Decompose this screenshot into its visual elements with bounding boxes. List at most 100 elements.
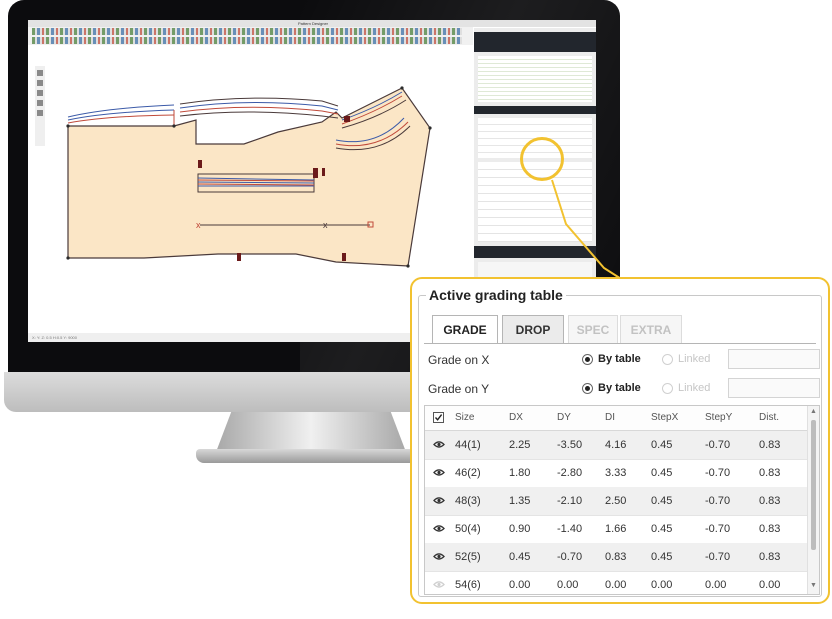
grade-x-by-table-label[interactable]: By table xyxy=(598,353,641,365)
cell-dx[interactable]: 0.90 xyxy=(509,523,530,535)
cell-stepx[interactable]: 0.00 xyxy=(651,579,672,591)
table-row[interactable]: 54(6) 0.00 0.00 0.00 0.00 0.00 0.00 xyxy=(425,571,809,594)
cell-dy[interactable]: -2.80 xyxy=(557,467,582,479)
grade-y-by-table-radio[interactable] xyxy=(582,383,593,394)
scroll-up-icon[interactable]: ▲ xyxy=(810,408,817,415)
scroll-thumb[interactable] xyxy=(811,420,816,550)
tab-drop[interactable]: DROP xyxy=(502,315,564,343)
grade-x-label: Grade on X xyxy=(428,353,490,367)
col-header-dy[interactable]: DY xyxy=(557,412,571,423)
cell-stepy[interactable]: -0.70 xyxy=(705,467,730,479)
cell-di[interactable]: 2.50 xyxy=(605,495,626,507)
col-header-size[interactable]: Size xyxy=(455,412,474,423)
cell-dx[interactable]: 0.00 xyxy=(509,579,530,591)
panel-header xyxy=(474,32,596,52)
grading-table[interactable]: Size DX DY DI StepX StepY Dist. 44(1) 2.2… xyxy=(424,405,820,595)
col-header-di[interactable]: DI xyxy=(605,412,615,423)
toolbar-row-1[interactable] xyxy=(28,27,473,36)
tabs-divider xyxy=(424,343,816,344)
eye-icon[interactable] xyxy=(433,496,445,505)
checkmark-icon xyxy=(434,414,443,421)
table-row[interactable]: 48(3) 1.35 -2.10 2.50 0.45 -0.70 0.83 xyxy=(425,487,809,516)
table-scrollbar[interactable]: ▲ ▼ xyxy=(807,406,819,594)
cell-stepy[interactable]: 0.00 xyxy=(705,579,726,591)
zoom-icon[interactable] xyxy=(37,80,43,86)
cell-size[interactable]: 44(1) xyxy=(455,439,481,451)
cell-dist[interactable]: 0.83 xyxy=(759,467,780,479)
cell-dy[interactable]: -2.10 xyxy=(557,495,582,507)
cell-dy[interactable]: -1.40 xyxy=(557,523,582,535)
col-header-stepx[interactable]: StepX xyxy=(651,412,678,423)
grade-y-by-table-label[interactable]: By table xyxy=(598,382,641,394)
eye-icon[interactable] xyxy=(433,468,445,477)
cell-stepy[interactable]: -0.70 xyxy=(705,523,730,535)
pattern-canvas[interactable]: x x xyxy=(46,48,473,328)
cut-icon[interactable] xyxy=(37,110,43,116)
cell-dist[interactable]: 0.83 xyxy=(759,495,780,507)
eye-icon[interactable] xyxy=(433,580,445,589)
pen-icon[interactable] xyxy=(37,90,43,96)
window-title: Pattern Designer xyxy=(298,21,329,26)
eye-icon[interactable] xyxy=(433,524,445,533)
cell-dx[interactable]: 1.35 xyxy=(509,495,530,507)
grade-y-linked-radio xyxy=(662,383,673,394)
grade-x-by-table-radio[interactable] xyxy=(582,354,593,365)
eye-icon[interactable] xyxy=(433,440,445,449)
pocket-piece xyxy=(197,173,315,193)
size-list[interactable] xyxy=(478,56,592,102)
cell-size[interactable]: 50(4) xyxy=(455,523,481,535)
cell-stepx[interactable]: 0.45 xyxy=(651,523,672,535)
cell-dx[interactable]: 2.25 xyxy=(509,439,530,451)
cell-size[interactable]: 52(5) xyxy=(455,551,481,563)
tab-extra: EXTRA xyxy=(620,315,682,343)
cell-di[interactable]: 4.16 xyxy=(605,439,626,451)
cell-stepy[interactable]: -0.70 xyxy=(705,439,730,451)
toolbar-row-2[interactable] xyxy=(28,36,473,45)
cell-size[interactable]: 48(3) xyxy=(455,495,481,507)
tool-palette[interactable] xyxy=(35,66,45,146)
table-row[interactable]: 46(2) 1.80 -2.80 3.33 0.45 -0.70 0.83 xyxy=(425,459,809,488)
grading-panel-title: Active grading table xyxy=(426,287,566,303)
cell-di[interactable]: 3.33 xyxy=(605,467,626,479)
cell-stepy[interactable]: -0.70 xyxy=(705,495,730,507)
col-header-dist[interactable]: Dist. xyxy=(759,412,779,423)
cell-dy[interactable]: 0.00 xyxy=(557,579,578,591)
grade-y-linked-label: Linked xyxy=(678,382,711,394)
col-header-stepy[interactable]: StepY xyxy=(705,412,732,423)
toolbar-icons[interactable] xyxy=(32,28,462,35)
eye-icon[interactable] xyxy=(433,552,445,561)
cell-stepx[interactable]: 0.45 xyxy=(651,495,672,507)
cell-dy[interactable]: -3.50 xyxy=(557,439,582,451)
cell-di[interactable]: 0.00 xyxy=(605,579,626,591)
cell-dx[interactable]: 1.80 xyxy=(509,467,530,479)
tab-grade[interactable]: GRADE xyxy=(432,315,498,344)
pointer-icon[interactable] xyxy=(37,70,43,76)
cell-stepx[interactable]: 0.45 xyxy=(651,439,672,451)
toolbar-icons[interactable] xyxy=(32,37,462,44)
svg-text:x: x xyxy=(323,220,328,230)
cell-di[interactable]: 0.83 xyxy=(605,551,626,563)
cell-stepy[interactable]: -0.70 xyxy=(705,551,730,563)
title-bar: Pattern Designer xyxy=(28,20,596,27)
select-all-checkbox[interactable] xyxy=(433,412,444,423)
table-row[interactable]: 52(5) 0.45 -0.70 0.83 0.45 -0.70 0.83 xyxy=(425,543,809,572)
cell-stepx[interactable]: 0.45 xyxy=(651,467,672,479)
cell-dist[interactable]: 0.83 xyxy=(759,439,780,451)
cell-stepx[interactable]: 0.45 xyxy=(651,551,672,563)
cell-di[interactable]: 1.66 xyxy=(605,523,626,535)
cell-dx[interactable]: 0.45 xyxy=(509,551,530,563)
cell-size[interactable]: 54(6) xyxy=(455,579,481,591)
cell-dist[interactable]: 0.83 xyxy=(759,551,780,563)
measure-icon[interactable] xyxy=(37,100,43,106)
grade-x-linked-radio xyxy=(662,354,673,365)
tab-spec: SPEC xyxy=(568,315,618,343)
cell-size[interactable]: 46(2) xyxy=(455,467,481,479)
cell-dist[interactable]: 0.00 xyxy=(759,579,780,591)
table-row[interactable]: 44(1) 2.25 -3.50 4.16 0.45 -0.70 0.83 xyxy=(425,431,809,460)
cell-dist[interactable]: 0.83 xyxy=(759,523,780,535)
cell-dy[interactable]: -0.70 xyxy=(557,551,582,563)
highlight-circle xyxy=(520,137,564,181)
table-row[interactable]: 50(4) 0.90 -1.40 1.66 0.45 -0.70 0.83 xyxy=(425,515,809,544)
scroll-down-icon[interactable]: ▼ xyxy=(810,582,817,589)
col-header-dx[interactable]: DX xyxy=(509,412,523,423)
